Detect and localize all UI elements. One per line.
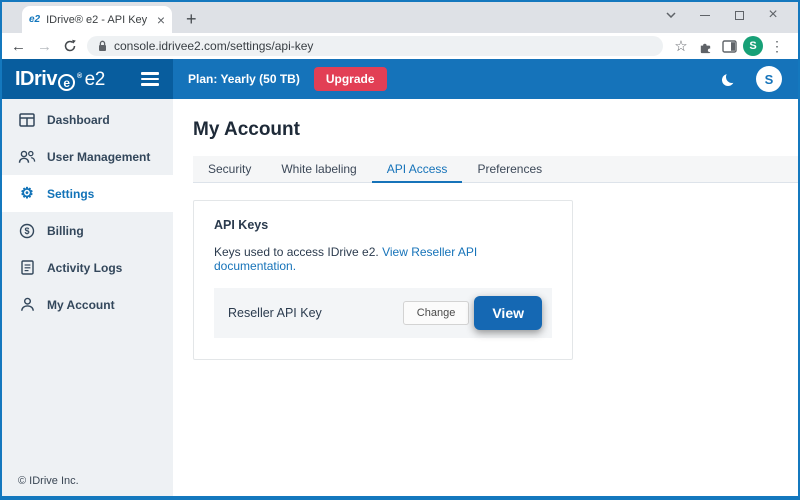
close-window-button[interactable]: × (756, 2, 790, 28)
hamburger-menu-icon[interactable] (141, 72, 159, 86)
reseller-api-key-label: Reseller API Key (228, 306, 403, 320)
card-description-text: Keys used to access IDrive e2. (214, 245, 382, 259)
browser-menu-icon[interactable]: ⋮ (765, 34, 789, 58)
upgrade-button[interactable]: Upgrade (314, 67, 387, 91)
plan-label: Plan: Yearly (50 TB) (188, 72, 300, 86)
bookmark-star-icon[interactable]: ☆ (669, 34, 693, 58)
logo-block: IDrive®e2 (2, 59, 173, 99)
sidebar-item-label: Dashboard (47, 113, 110, 127)
view-button[interactable]: View (474, 296, 542, 330)
api-keys-card: API Keys Keys used to access IDrive e2. … (193, 200, 573, 360)
sidebar-item-settings[interactable]: ⚙ Settings (2, 175, 173, 212)
minimize-button[interactable] (688, 2, 722, 28)
sidebar: Dashboard User Management ⚙ Settings $ B… (2, 99, 173, 496)
sidebar-item-billing[interactable]: $ Billing (2, 212, 173, 249)
back-icon[interactable]: ← (11, 39, 26, 54)
sidebar-item-label: Settings (47, 187, 94, 201)
extensions-icon[interactable] (693, 34, 717, 58)
billing-icon: $ (18, 223, 36, 239)
card-description: Keys used to access IDrive e2. View Rese… (214, 245, 552, 273)
page-title: My Account (193, 119, 798, 141)
tab-security[interactable]: Security (193, 156, 266, 183)
sidebar-item-label: Activity Logs (47, 261, 122, 275)
sidebar-item-label: My Account (47, 298, 115, 312)
change-button[interactable]: Change (403, 301, 470, 325)
tab-preferences[interactable]: Preferences (462, 156, 557, 183)
browser-toolbar: ← → console.idrivee2.com/settings/api-ke… (2, 33, 798, 59)
copyright-text: © IDrive Inc. (18, 475, 79, 487)
user-icon (18, 297, 36, 312)
dark-mode-moon-icon[interactable] (726, 71, 738, 83)
dashboard-icon (18, 113, 36, 127)
address-bar[interactable]: console.idrivee2.com/settings/api-key (87, 36, 663, 56)
header-right: S (724, 66, 798, 92)
browser-tab[interactable]: e2 IDrive® e2 - API Key × (22, 6, 172, 33)
browser-window: e2 IDrive® e2 - API Key × + × ← → consol… (0, 0, 800, 500)
reload-icon[interactable] (63, 39, 77, 53)
account-tab-bar: Security White labeling API Access Prefe… (193, 156, 798, 183)
sidebar-item-label: Billing (47, 224, 84, 238)
idrive-e2-logo[interactable]: IDrive®e2 (15, 68, 105, 91)
card-title: API Keys (214, 218, 552, 232)
browser-profile-avatar[interactable]: S (741, 34, 765, 58)
tab-title: IDrive® e2 - API Key (46, 14, 157, 26)
main-content: My Account Security White labeling API A… (173, 99, 798, 496)
close-icon: × (768, 7, 777, 23)
tab-api-access[interactable]: API Access (372, 156, 463, 183)
users-icon (18, 150, 36, 164)
side-panel-icon[interactable] (717, 34, 741, 58)
account-avatar[interactable]: S (756, 66, 782, 92)
sidebar-item-label: User Management (47, 150, 150, 164)
favicon-e2: e2 (29, 14, 40, 25)
reseller-api-key-row: Reseller API Key Change View (214, 288, 552, 338)
url-text: console.idrivee2.com/settings/api-key (114, 39, 313, 53)
app-header: IDrive®e2 Plan: Yearly (50 TB) Upgrade S (2, 59, 798, 99)
sidebar-item-user-management[interactable]: User Management (2, 138, 173, 175)
body-row: Dashboard User Management ⚙ Settings $ B… (2, 99, 798, 496)
maximize-button[interactable] (722, 2, 756, 28)
tab-white-labeling[interactable]: White labeling (266, 156, 371, 183)
close-tab-icon[interactable]: × (157, 13, 165, 27)
tab-search-chevron-icon[interactable] (654, 2, 688, 28)
new-tab-button[interactable]: + (186, 10, 197, 28)
lock-icon (97, 40, 108, 52)
sidebar-item-dashboard[interactable]: Dashboard (2, 101, 173, 138)
gear-icon: ⚙ (18, 186, 36, 201)
forward-icon[interactable]: → (37, 39, 52, 54)
svg-text:$: $ (24, 226, 29, 236)
sidebar-item-my-account[interactable]: My Account (2, 286, 173, 323)
browser-tab-strip: e2 IDrive® e2 - API Key × + × (2, 2, 798, 33)
window-controls: × (654, 2, 790, 28)
sidebar-item-activity-logs[interactable]: Activity Logs (2, 249, 173, 286)
activity-logs-icon (18, 260, 36, 275)
